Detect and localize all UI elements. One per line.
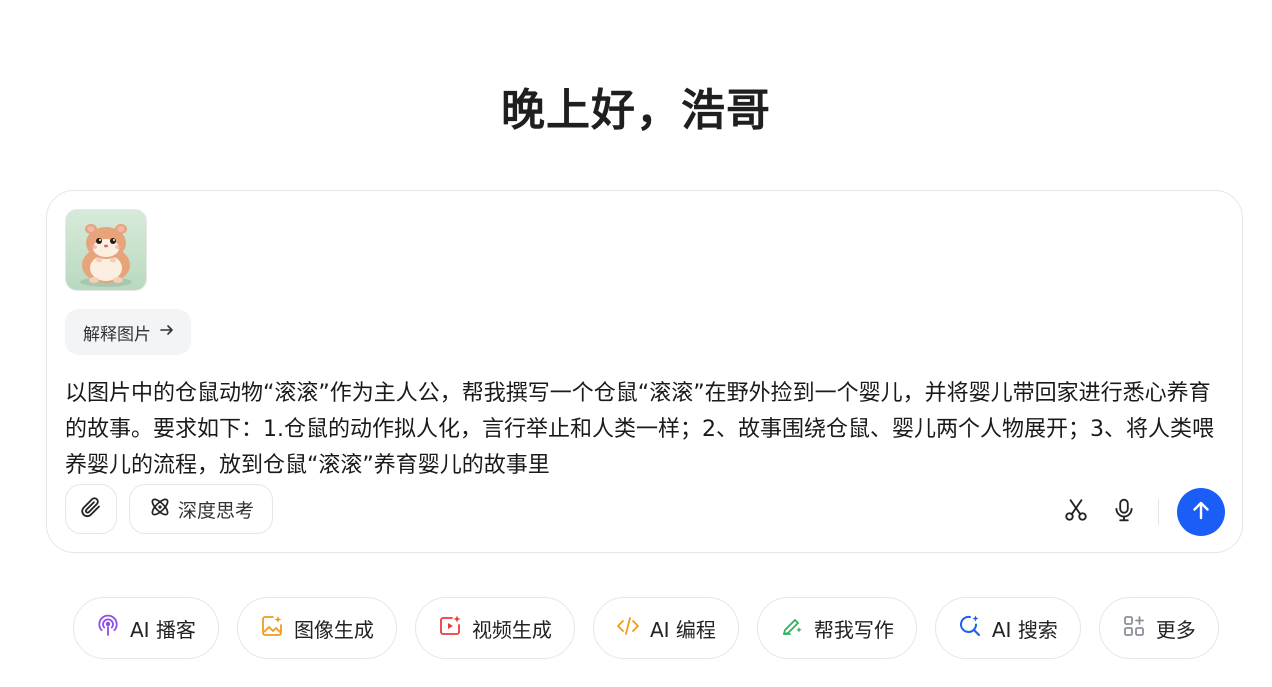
code-icon	[616, 614, 640, 643]
quick-action-label: AI 播客	[130, 617, 196, 642]
toolbar-divider	[1158, 499, 1159, 525]
composer-toolbar-left: 深度思考	[65, 484, 274, 534]
quick-action-label: AI 搜索	[991, 617, 1058, 642]
quick-action-label: 更多	[1155, 617, 1196, 642]
hamster-image	[66, 210, 146, 290]
greeting-title: 晚上好，浩哥	[501, 85, 771, 136]
explain-image-label: 解释图片	[83, 324, 151, 345]
quick-action-more[interactable]: 更多	[1098, 597, 1219, 659]
podcast-icon	[96, 614, 120, 643]
quick-action-ai-podcast[interactable]: AI 播客	[73, 597, 219, 659]
send-button[interactable]	[1177, 488, 1225, 536]
image-sparkle-icon	[260, 614, 284, 643]
composer-toolbar-right	[1058, 488, 1225, 536]
deep-think-label: 深度思考	[178, 499, 255, 522]
prompt-input[interactable]: 以图片中的仓鼠动物“滚滚”作为主人公，帮我撰写一个仓鼠“滚滚”在野外捡到一个婴儿…	[65, 376, 1230, 484]
arrow-up-icon	[1189, 498, 1213, 526]
quick-action-image-generation[interactable]: 图像生成	[236, 597, 397, 659]
voice-input-button[interactable]	[1106, 494, 1142, 530]
quick-action-help-me-write[interactable]: 帮我写作	[756, 597, 917, 659]
quick-action-label: 视频生成	[471, 617, 552, 642]
quick-action-ai-coding[interactable]: AI 编程	[592, 597, 739, 659]
hamster-image-thumbnail[interactable]	[65, 209, 147, 291]
microphone-icon	[1111, 497, 1137, 527]
explain-image-chip[interactable]: 解释图片	[65, 309, 191, 355]
quick-action-label: AI 编程	[649, 617, 716, 642]
arrow-right-icon	[159, 322, 175, 343]
video-sparkle-icon	[438, 614, 462, 643]
scissors-icon	[1063, 497, 1089, 527]
quick-actions: AI 播客 图像生成 视频生成 AI 编程 帮我写作 AI 搜索 更多	[73, 597, 1219, 659]
page: 晚上好，浩哥 解释图片 以图片中的仓鼠动物“滚滚”作为主人公，帮我撰写一个仓鼠“…	[0, 0, 1272, 687]
search-sparkle-icon	[958, 614, 982, 643]
chat-composer: 解释图片 以图片中的仓鼠动物“滚滚”作为主人公，帮我撰写一个仓鼠“滚滚”在野外捡…	[46, 190, 1243, 553]
quick-action-label: 图像生成	[293, 617, 374, 642]
deep-think-button[interactable]: 深度思考	[129, 484, 274, 534]
paperclip-icon	[79, 495, 103, 523]
atom-icon	[148, 495, 172, 524]
pen-sparkle-icon	[780, 614, 804, 643]
grid-more-icon	[1122, 614, 1146, 643]
quick-action-ai-search[interactable]: AI 搜索	[934, 597, 1081, 659]
attach-button[interactable]	[65, 484, 117, 534]
quick-action-video-generation[interactable]: 视频生成	[414, 597, 575, 659]
quick-action-label: 帮我写作	[813, 617, 894, 642]
scissors-button[interactable]	[1058, 494, 1094, 530]
